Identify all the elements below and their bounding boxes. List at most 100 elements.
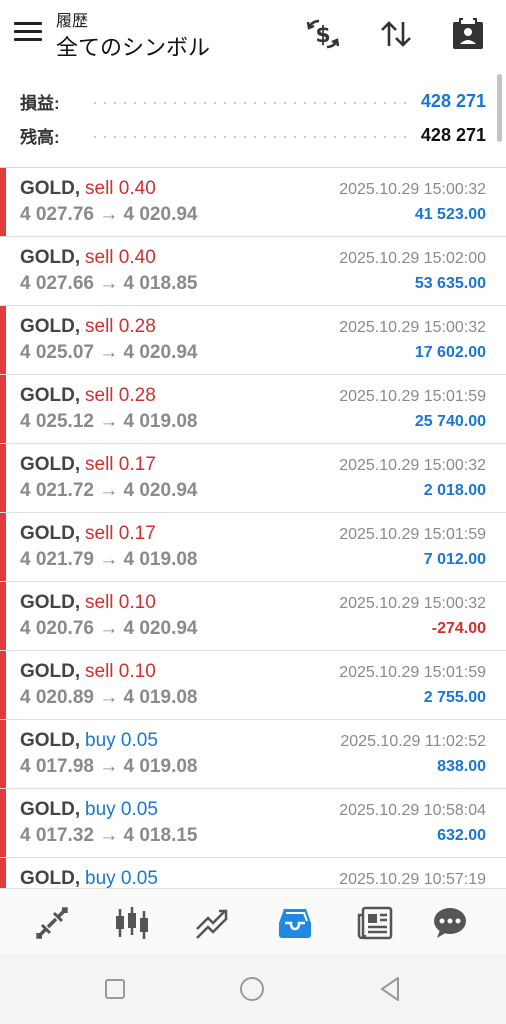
chat-icon[interactable] [430, 903, 470, 943]
trade-prices: 4 020.89 → 4 019.08 [20, 687, 198, 708]
calendar-icon[interactable] [449, 16, 487, 52]
trade-profit: 41 523.00 [414, 206, 486, 223]
balance-row: 残高: 428 271 [20, 120, 486, 150]
sort-icon[interactable] [377, 16, 415, 52]
trade-side-volume: sell 0.28 [85, 316, 156, 337]
chart-icon[interactable] [112, 903, 152, 943]
trade-prices: 4 017.98 → 4 019.08 [20, 756, 198, 777]
menu-icon[interactable] [14, 22, 42, 44]
trade-side-volume: sell 0.28 [85, 385, 156, 406]
trade-prices: 4 021.79 → 4 019.08 [20, 549, 198, 570]
trade-prices: 4 025.12 → 4 019.08 [20, 411, 198, 432]
bottom-navigation [0, 888, 506, 954]
dotted-leader [90, 102, 411, 104]
news-icon[interactable] [355, 903, 395, 943]
trade-side-volume: buy 0.05 [85, 868, 158, 888]
trade-time: 2025.10.29 10:58:04 [339, 802, 486, 819]
trade-symbol: GOLD, [20, 316, 81, 337]
trade-marker [0, 720, 6, 788]
trade-icon[interactable] [193, 903, 233, 943]
trade-time: 2025.10.29 15:00:32 [339, 319, 486, 336]
trade-prices: 4 020.76 → 4 020.94 [20, 618, 198, 639]
trade-symbol: GOLD, [20, 799, 81, 820]
balance-label: 残高: [20, 127, 60, 147]
trade-row[interactable]: GOLD, sell 0.28 4 025.07 → 4 020.94 2025.10… [0, 306, 506, 375]
trade-symbol: GOLD, [20, 178, 81, 199]
quotes-icon[interactable] [32, 903, 72, 943]
trade-marker [0, 513, 6, 581]
app-header: 履歴 全てのシンボル $ [0, 0, 506, 72]
back-icon[interactable] [377, 976, 403, 1002]
trade-marker [0, 306, 6, 374]
trade-prices: 4 025.07 → 4 020.94 [20, 342, 198, 363]
trade-row[interactable]: GOLD, sell 0.40 4 027.66 → 4 018.85 2025.10… [0, 237, 506, 306]
trade-symbol: GOLD, [20, 247, 81, 268]
trade-symbol: GOLD, [20, 385, 81, 406]
trade-marker [0, 375, 6, 443]
page-subtitle: 履歴 [56, 13, 89, 30]
trade-row[interactable]: GOLD, sell 0.10 4 020.76 → 4 020.94 2025.10… [0, 582, 506, 651]
trade-history-list[interactable]: GOLD, sell 0.40 4 027.76 → 4 020.94 2025.10… [0, 168, 506, 888]
trade-marker [0, 789, 6, 857]
trade-time: 2025.10.29 15:01:59 [339, 664, 486, 681]
home-icon[interactable] [239, 976, 265, 1002]
trade-marker [0, 582, 6, 650]
trade-side-volume: sell 0.10 [85, 592, 156, 613]
currency-exchange-icon[interactable]: $ [304, 16, 342, 52]
history-icon[interactable] [275, 903, 315, 943]
trade-side-volume: buy 0.05 [85, 730, 158, 751]
trade-row[interactable]: GOLD, buy 0.05 4 017.98 → 4 019.08 2025.10.… [0, 720, 506, 789]
trade-time: 2025.10.29 10:57:19 [339, 871, 486, 888]
trade-time: 2025.10.29 15:00:32 [339, 181, 486, 198]
trade-row[interactable]: GOLD, buy 0.05 2025.10.29 10:57:19 [0, 858, 506, 888]
trade-prices: 4 017.32 → 4 018.15 [20, 825, 198, 846]
trade-profit: 7 012.00 [423, 551, 486, 568]
trade-symbol: GOLD, [20, 868, 81, 888]
trade-marker [0, 168, 6, 236]
trade-time: 2025.10.29 15:00:32 [339, 595, 486, 612]
trade-symbol: GOLD, [20, 592, 81, 613]
account-summary: 損益: 428 271 残高: 428 271 [0, 78, 506, 166]
trade-profit: 25 740.00 [414, 413, 486, 430]
recent-apps-icon[interactable] [102, 976, 128, 1002]
dotted-leader [90, 136, 411, 138]
trade-time: 2025.10.29 15:02:00 [339, 250, 486, 267]
trade-prices: 4 021.72 → 4 020.94 [20, 480, 198, 501]
trade-time: 2025.10.29 15:01:59 [339, 388, 486, 405]
trade-time: 2025.10.29 15:01:59 [339, 526, 486, 543]
system-navigation-bar [0, 954, 506, 1024]
trade-marker [0, 444, 6, 512]
trade-profit: -274.00 [431, 620, 486, 637]
trade-symbol: GOLD, [20, 454, 81, 475]
trade-prices: 4 027.76 → 4 020.94 [20, 204, 198, 225]
trade-time: 2025.10.29 15:00:32 [339, 457, 486, 474]
trade-time: 2025.10.29 11:02:52 [340, 733, 486, 750]
trade-row[interactable]: GOLD, sell 0.40 4 027.76 → 4 020.94 2025.10… [0, 168, 506, 237]
trade-row[interactable]: GOLD, sell 0.28 4 025.12 → 4 019.08 2025.10… [0, 375, 506, 444]
profit-label: 損益: [20, 93, 60, 113]
scrollbar[interactable] [497, 74, 502, 142]
trade-profit: 53 635.00 [414, 275, 486, 292]
trade-profit: 2 018.00 [423, 482, 486, 499]
profit-row: 損益: 428 271 [20, 86, 486, 116]
trade-side-volume: sell 0.40 [85, 247, 156, 268]
trade-side-volume: sell 0.17 [85, 454, 156, 475]
trade-profit: 632.00 [437, 827, 486, 844]
trade-row[interactable]: GOLD, sell 0.17 4 021.72 → 4 020.94 2025.10… [0, 444, 506, 513]
balance-value: 428 271 [420, 124, 486, 145]
symbol-filter-title[interactable]: 全てのシンボル [56, 30, 210, 62]
trade-row[interactable]: GOLD, buy 0.05 4 017.32 → 4 018.15 2025.10.… [0, 789, 506, 858]
trade-side-volume: sell 0.40 [85, 178, 156, 199]
profit-value: 428 271 [420, 90, 486, 111]
trade-row[interactable]: GOLD, sell 0.17 4 021.79 → 4 019.08 2025.10… [0, 513, 506, 582]
trade-marker [0, 651, 6, 719]
trade-symbol: GOLD, [20, 661, 81, 682]
trade-symbol: GOLD, [20, 730, 81, 751]
trade-row[interactable]: GOLD, sell 0.10 4 020.89 → 4 019.08 2025.10… [0, 651, 506, 720]
trade-profit: 2 755.00 [423, 689, 486, 706]
trade-profit: 17 602.00 [414, 344, 486, 361]
trade-side-volume: sell 0.10 [85, 661, 156, 682]
trade-prices: 4 027.66 → 4 018.85 [20, 273, 198, 294]
trade-symbol: GOLD, [20, 523, 81, 544]
trade-side-volume: buy 0.05 [85, 799, 158, 820]
